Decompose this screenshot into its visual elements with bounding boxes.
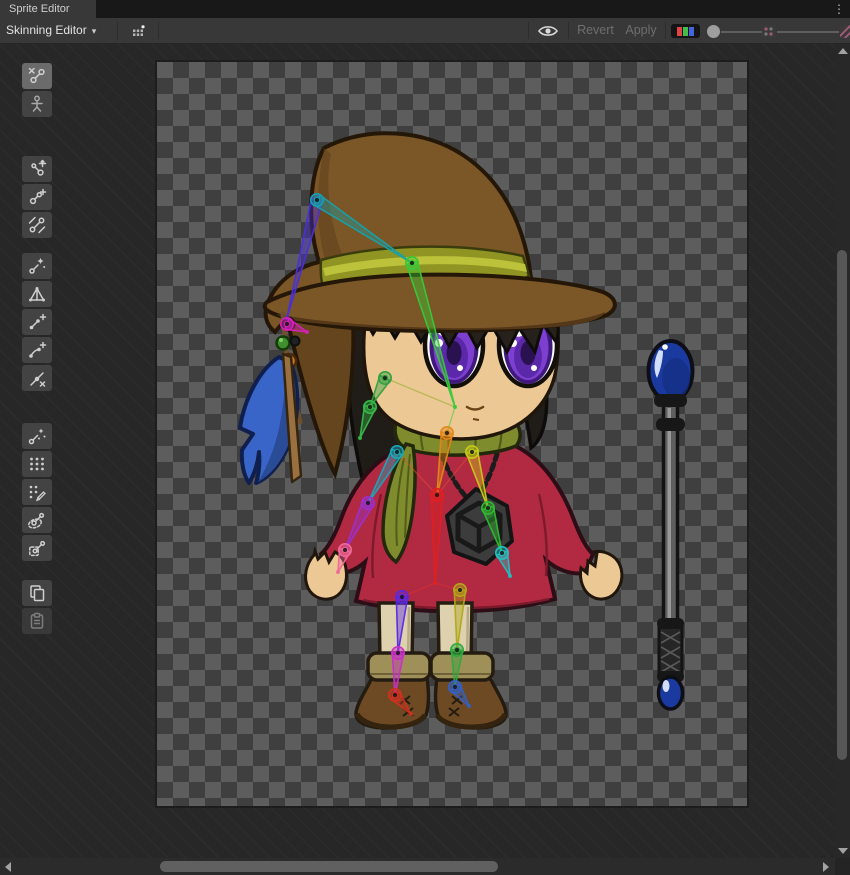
- tool-group-clipboard: [22, 580, 52, 636]
- sprite-influence-icon: [27, 538, 47, 558]
- tool-restore-bind-pose-button[interactable]: [22, 91, 52, 117]
- character-sprite: [157, 62, 747, 806]
- restore-bind-pose-icon: [27, 94, 47, 114]
- horizontal-scrollbar[interactable]: [0, 858, 835, 875]
- opacity-slider-track[interactable]: [721, 31, 762, 33]
- toolbar-separator: [568, 22, 569, 39]
- mesh-opacity-icon[interactable]: [840, 25, 850, 38]
- sprite-canvas[interactable]: [157, 62, 747, 806]
- tool-group-weights: [22, 423, 52, 563]
- skinning-workspace: [0, 44, 850, 858]
- create-bone-icon: [27, 187, 47, 207]
- preview-pose-icon: [27, 66, 47, 86]
- mode-dropdown-label: Skinning Editor: [6, 23, 87, 37]
- tool-edit-geometry-button[interactable]: [22, 281, 52, 307]
- tool-group-bones: [22, 156, 52, 240]
- paste-icon: [27, 611, 47, 631]
- eye-icon: [537, 23, 559, 39]
- revert-button[interactable]: Revert: [572, 18, 619, 43]
- copy-icon: [27, 583, 47, 603]
- tab-bar: Sprite Editor ⋮: [0, 0, 850, 18]
- witch-character-sprite: [240, 133, 622, 728]
- edit-joints-icon: [27, 159, 47, 179]
- scroll-left-arrow-icon[interactable]: [5, 862, 11, 872]
- auto-geometry-icon: [27, 256, 47, 276]
- scroll-up-arrow-icon[interactable]: [838, 48, 848, 54]
- tool-group-pose: [22, 63, 52, 119]
- split-bone-icon: [27, 215, 47, 235]
- tool-auto-geometry-button[interactable]: [22, 253, 52, 279]
- weight-slider-icon: [27, 454, 47, 474]
- tool-weight-brush-button[interactable]: [22, 479, 52, 505]
- tool-split-bone-button[interactable]: [22, 212, 52, 238]
- tool-split-edge-button[interactable]: [22, 365, 52, 391]
- toolbar-separator: [158, 22, 159, 39]
- toolbar: Skinning Editor ▾ Revert Apply: [0, 18, 850, 44]
- bone-opacity-icon[interactable]: [762, 25, 775, 38]
- staff-sprite: [649, 341, 693, 709]
- edit-geometry-icon: [27, 284, 47, 304]
- create-edge-icon: [27, 340, 47, 360]
- tool-create-bone-button[interactable]: [22, 184, 52, 210]
- bone-influence-icon: [27, 510, 47, 530]
- sprite-editor-window: Sprite Editor ⋮ Skinning Editor ▾ Revert …: [0, 0, 850, 875]
- horizontal-scrollbar-thumb[interactable]: [160, 861, 498, 872]
- apply-button[interactable]: Apply: [620, 18, 662, 43]
- vertical-scrollbar[interactable]: [835, 44, 850, 858]
- tool-paste-button[interactable]: [22, 608, 52, 634]
- tool-preview-pose-button[interactable]: [22, 63, 52, 89]
- tool-edit-joints-button[interactable]: [22, 156, 52, 182]
- weight-brush-icon: [27, 482, 47, 502]
- tab-title: Sprite Editor: [9, 3, 70, 15]
- rgb-channels-icon[interactable]: [671, 24, 700, 38]
- chevron-down-icon: ▾: [92, 26, 97, 36]
- sprite-grid-icon: [128, 21, 148, 41]
- skinning-editor-dropdown[interactable]: Skinning Editor ▾: [6, 18, 96, 43]
- opacity-slider-knob[interactable]: [707, 25, 720, 38]
- opacity-slider-track-2[interactable]: [777, 31, 839, 33]
- tool-create-vertex-button[interactable]: [22, 309, 52, 335]
- toolbar-separator: [665, 22, 666, 39]
- tool-sprite-influence-button[interactable]: [22, 535, 52, 561]
- toolbar-separator: [117, 22, 118, 39]
- tab-sprite-editor[interactable]: Sprite Editor: [0, 0, 96, 18]
- split-edge-icon: [27, 368, 47, 388]
- tool-group-geometry: [22, 253, 52, 393]
- scrollbar-corner: [835, 858, 850, 875]
- tool-bone-influence-button[interactable]: [22, 507, 52, 533]
- sprite-visibility-button[interactable]: [124, 20, 152, 41]
- vertical-scrollbar-thumb[interactable]: [837, 250, 847, 760]
- scroll-down-arrow-icon[interactable]: [838, 848, 848, 854]
- tool-copy-button[interactable]: [22, 580, 52, 606]
- scroll-right-arrow-icon[interactable]: [823, 862, 829, 872]
- auto-weights-icon: [27, 426, 47, 446]
- visibility-toggle-button[interactable]: [533, 20, 563, 41]
- tool-weight-slider-button[interactable]: [22, 451, 52, 477]
- toolbar-separator: [528, 22, 529, 39]
- window-overflow-menu-icon[interactable]: ⋮: [833, 1, 845, 17]
- create-vertex-icon: [27, 312, 47, 332]
- tool-create-edge-button[interactable]: [22, 337, 52, 363]
- tool-auto-weights-button[interactable]: [22, 423, 52, 449]
